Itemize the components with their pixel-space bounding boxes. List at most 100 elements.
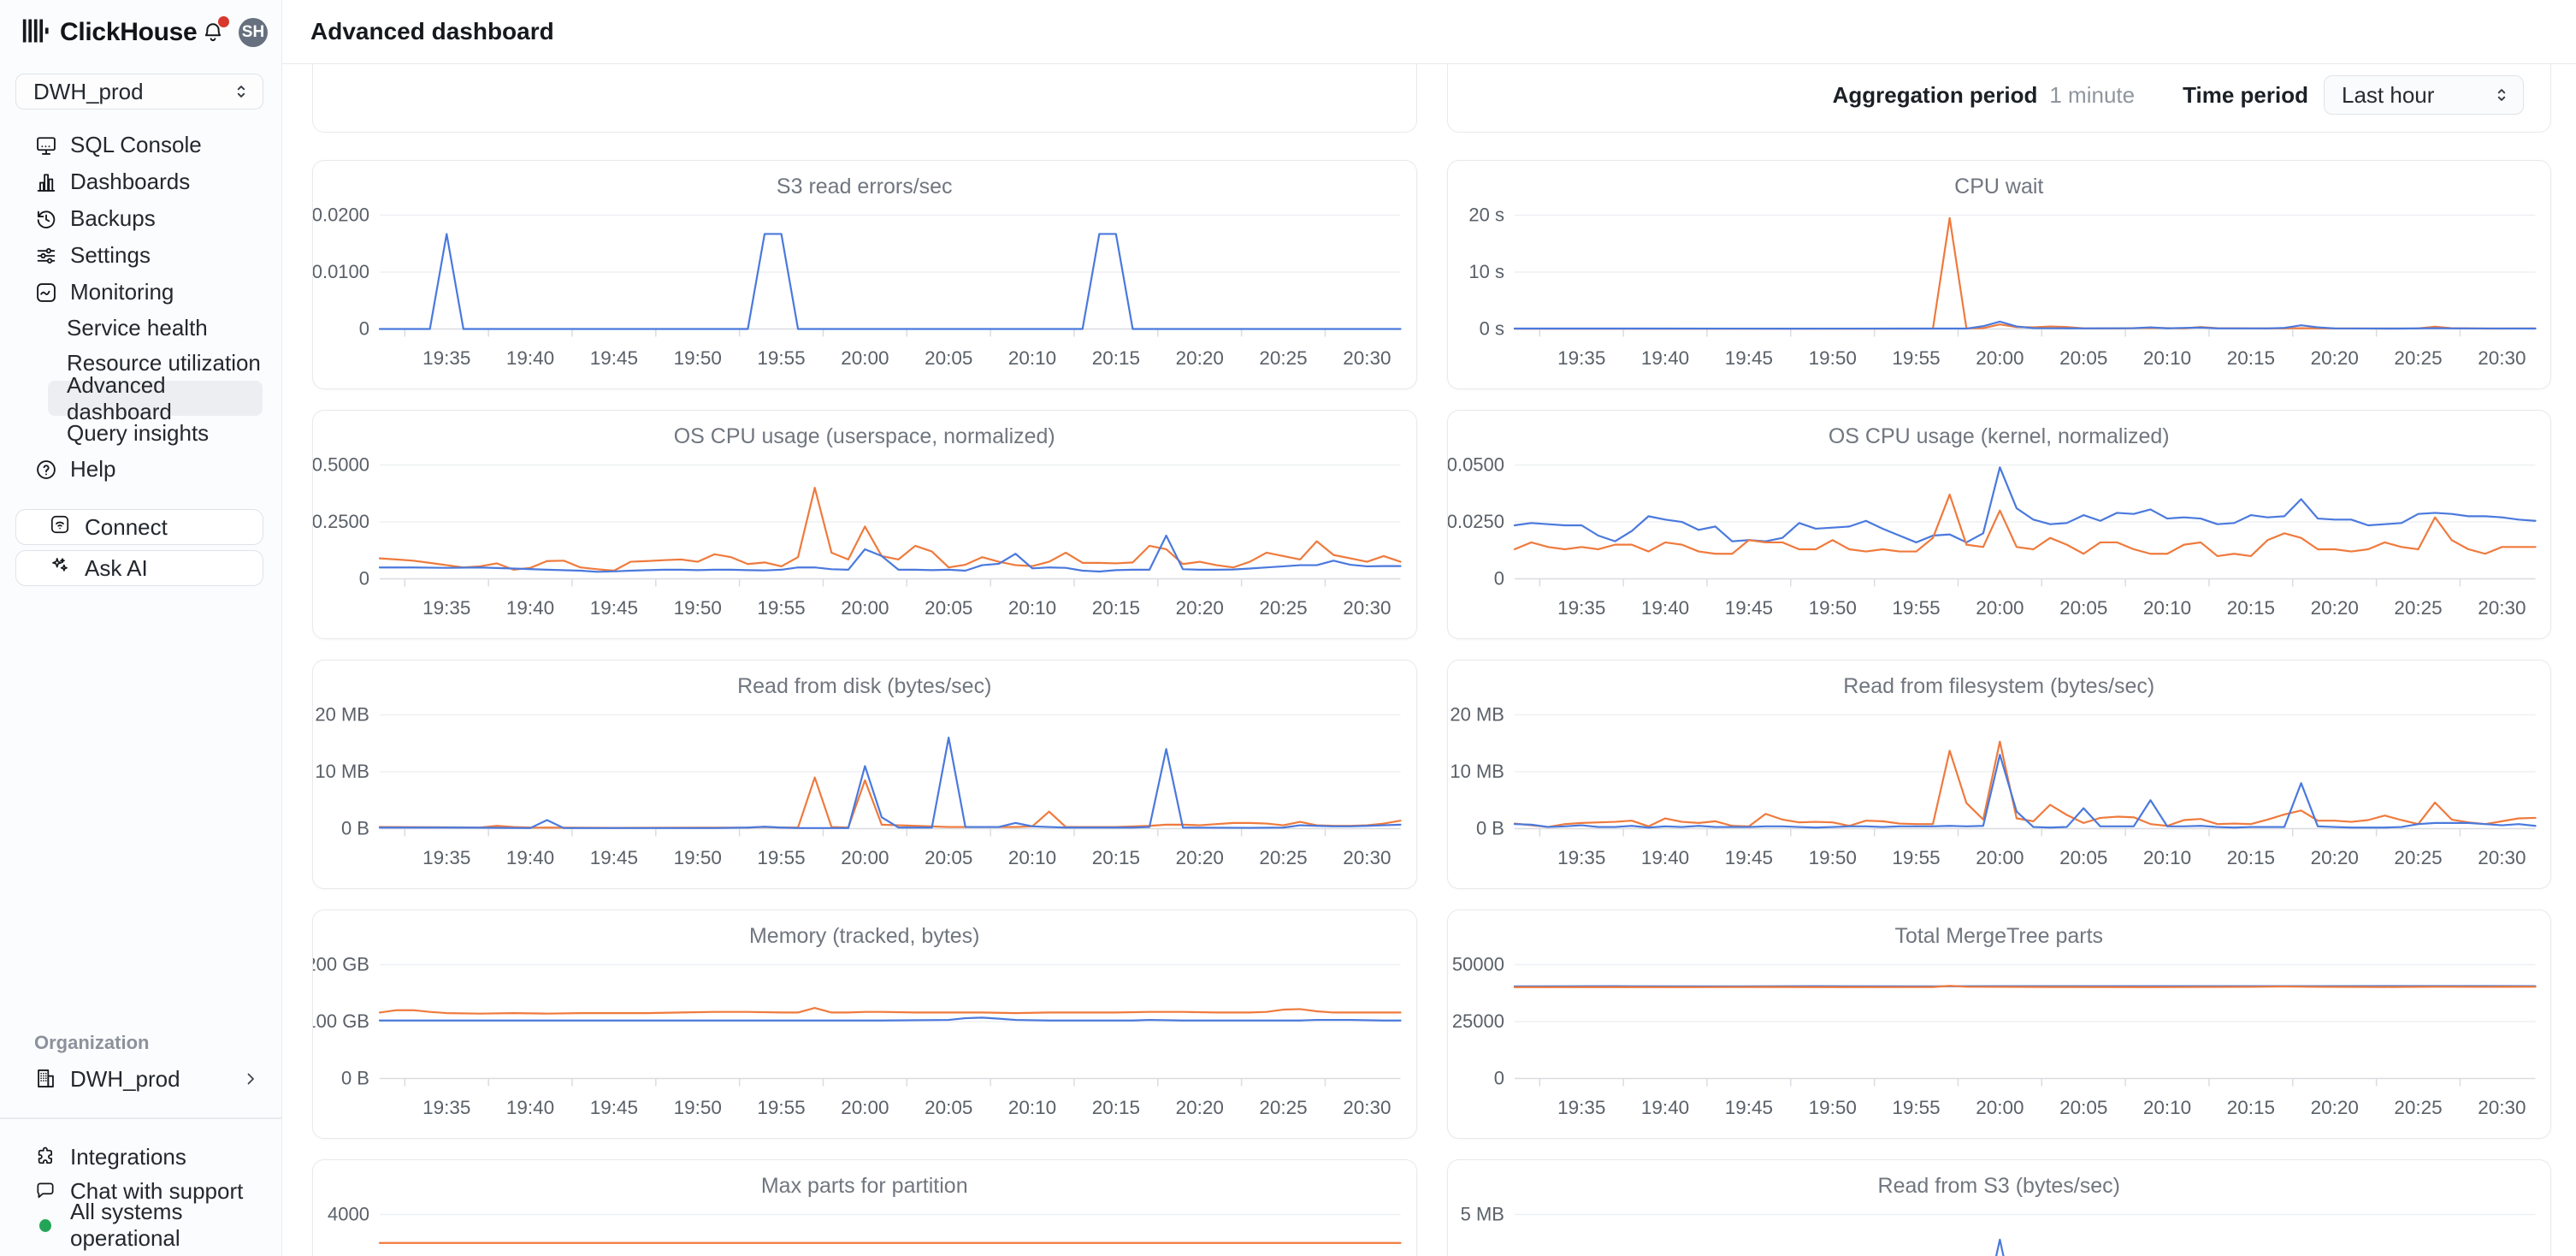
chart-title: OS CPU usage (userspace, normalized) bbox=[313, 424, 1416, 449]
sidebar-item-label: SQL Console bbox=[70, 132, 202, 158]
x-tick-label: 20:15 bbox=[2226, 1097, 2274, 1118]
chart-card-read-from-s3-bytes-sec: Read from S3 (bytes/sec)5 MB2.5 MB0 B19:… bbox=[1447, 1159, 2552, 1256]
sidebar-item-label: Backups bbox=[70, 205, 156, 232]
chevron-up-down-icon bbox=[230, 80, 252, 103]
x-tick-label: 20:05 bbox=[2059, 597, 2107, 619]
avatar[interactable]: SH bbox=[239, 18, 268, 47]
x-tick-label: 20:30 bbox=[2478, 847, 2526, 868]
y-tick-label: 0 bbox=[1493, 1068, 1504, 1089]
x-tick-label: 20:15 bbox=[1092, 597, 1140, 619]
console-icon bbox=[34, 133, 58, 157]
x-tick-label: 20:10 bbox=[1008, 597, 1056, 619]
sliders-icon bbox=[34, 244, 58, 268]
series-line-orange bbox=[1514, 218, 2535, 329]
sidebar-item-monitoring[interactable]: Monitoring bbox=[0, 274, 281, 311]
monitor-chart-icon bbox=[34, 281, 58, 305]
sidebar-item-advanced-dashboard[interactable]: Advanced dashboard bbox=[48, 381, 263, 416]
chart-card-read-from-filesystem-bytes-sec: Read from filesystem (bytes/sec)20 MB10 … bbox=[1447, 660, 2552, 889]
x-tick-label: 20:25 bbox=[1259, 1097, 1307, 1118]
x-tick-label: 20:25 bbox=[2394, 347, 2442, 369]
x-tick-label: 20:15 bbox=[1092, 347, 1140, 369]
x-tick-label: 20:30 bbox=[2478, 1097, 2526, 1118]
chart-title: Read from S3 (bytes/sec) bbox=[1448, 1174, 2551, 1199]
sidebar-item-label: All systems operational bbox=[70, 1199, 281, 1252]
app-title: ClickHouse bbox=[60, 18, 197, 47]
chart-card-memory-tracked-bytes: Memory (tracked, bytes) 200 GB 100 GB 0 B 19… bbox=[312, 909, 1417, 1139]
y-tick-label: 20 s bbox=[1468, 204, 1504, 226]
x-tick-label: 20:30 bbox=[1343, 1097, 1391, 1118]
sidebar-item-settings[interactable]: Settings bbox=[0, 237, 281, 274]
x-tick-label: 19:55 bbox=[757, 597, 805, 619]
chart-card-max-parts-for-partition: Max parts for partition40002000019:3519:… bbox=[312, 1159, 1417, 1256]
x-tick-label: 20:10 bbox=[2142, 1097, 2190, 1118]
y-tick-label: 0 B bbox=[341, 1068, 369, 1089]
x-tick-label: 20:25 bbox=[2394, 847, 2442, 868]
organization-item[interactable]: DWH_prod bbox=[0, 1061, 281, 1097]
sidebar-item-label: Query insights bbox=[67, 420, 209, 447]
y-tick-label: 0 s bbox=[1479, 318, 1504, 340]
y-tick-label: 25000 bbox=[1451, 1010, 1504, 1032]
x-tick-label: 20:00 bbox=[841, 597, 889, 619]
connect-icon bbox=[49, 513, 71, 542]
x-tick-label: 20:00 bbox=[841, 1097, 889, 1118]
x-tick-label: 19:45 bbox=[1724, 597, 1772, 619]
status-dot bbox=[34, 1214, 56, 1236]
series-line-orange bbox=[1514, 495, 2535, 556]
chart-title: Total MergeTree parts bbox=[1448, 924, 2551, 949]
series-line-orange bbox=[380, 1008, 1401, 1014]
x-tick-label: 20:20 bbox=[1176, 847, 1224, 868]
x-tick-label: 19:45 bbox=[1724, 347, 1772, 369]
sidebar-item-dashboards[interactable]: Dashboards bbox=[0, 163, 281, 200]
x-tick-label: 19:35 bbox=[422, 1097, 470, 1118]
x-tick-label: 20:15 bbox=[1092, 847, 1140, 868]
time-period-select[interactable]: Last hour bbox=[2324, 75, 2524, 115]
x-tick-label: 19:55 bbox=[1892, 347, 1940, 369]
chart-card-total-mergetree-parts: Total MergeTree parts5000025000019:3519:… bbox=[1447, 909, 2552, 1139]
series-line-orange bbox=[380, 778, 1401, 828]
y-tick-label: 200 GB bbox=[313, 954, 369, 975]
service-selector[interactable]: DWH_prod bbox=[15, 74, 263, 110]
x-tick-label: 20:10 bbox=[1008, 347, 1056, 369]
x-tick-label: 19:55 bbox=[757, 347, 805, 369]
x-tick-label: 19:40 bbox=[1640, 847, 1688, 868]
x-tick-label: 19:55 bbox=[1892, 847, 1940, 868]
x-tick-label: 19:40 bbox=[1640, 597, 1688, 619]
series-line-orange bbox=[1514, 742, 2535, 827]
clickhouse-logo-icon bbox=[21, 15, 50, 51]
chart-title: Read from filesystem (bytes/sec) bbox=[1448, 674, 2551, 699]
sidebar-item-service-health[interactable]: Service health bbox=[0, 311, 281, 346]
x-tick-label: 19:40 bbox=[1640, 347, 1688, 369]
ask-ai-button[interactable]: Ask AI bbox=[15, 550, 263, 586]
sidebar-item-label: Advanced dashboard bbox=[67, 372, 263, 425]
sidebar-item-integrations[interactable]: Integrations bbox=[0, 1140, 281, 1174]
x-tick-label: 20:25 bbox=[1259, 347, 1307, 369]
sidebar-footer: IntegrationsChat with supportAll systems… bbox=[0, 1140, 281, 1242]
x-tick-label: 20:05 bbox=[925, 597, 972, 619]
chart-title: Memory (tracked, bytes) bbox=[313, 924, 1416, 949]
chart-title: S3 read errors/sec bbox=[313, 175, 1416, 199]
y-tick-label: 0 B bbox=[341, 818, 369, 839]
sidebar-item-label: Service health bbox=[67, 315, 208, 341]
organization-name: DWH_prod bbox=[70, 1066, 180, 1093]
aggregation-period-value: 1 minute bbox=[2049, 82, 2135, 109]
x-tick-label: 19:35 bbox=[1557, 1097, 1605, 1118]
x-tick-label: 19:50 bbox=[674, 1097, 722, 1118]
notifications-button[interactable] bbox=[199, 18, 227, 47]
connect-button[interactable]: Connect bbox=[15, 509, 263, 545]
x-tick-label: 20:20 bbox=[2310, 847, 2358, 868]
x-tick-label: 20:10 bbox=[1008, 1097, 1056, 1118]
y-tick-label: 10 MB bbox=[315, 761, 369, 782]
x-tick-label: 19:50 bbox=[1808, 597, 1856, 619]
x-tick-label: 20:15 bbox=[2226, 347, 2274, 369]
sidebar-nav: SQL Console Dashboards Backups SettingsMoni… bbox=[0, 127, 281, 488]
service-selector-value: DWH_prod bbox=[33, 79, 144, 105]
y-tick-label: 100 GB bbox=[313, 1010, 369, 1032]
sidebar-item-all-systems-operational[interactable]: All systems operational bbox=[0, 1208, 281, 1242]
x-tick-label: 19:50 bbox=[1808, 347, 1856, 369]
sidebar-item-help[interactable]: Help bbox=[0, 451, 281, 488]
x-tick-label: 20:30 bbox=[1343, 847, 1391, 868]
sidebar-item-backups[interactable]: Backups bbox=[0, 200, 281, 237]
ask-ai-button-label: Ask AI bbox=[85, 555, 148, 582]
x-tick-label: 20:00 bbox=[1976, 1097, 2024, 1118]
sidebar-item-sql-console[interactable]: SQL Console bbox=[0, 127, 281, 163]
